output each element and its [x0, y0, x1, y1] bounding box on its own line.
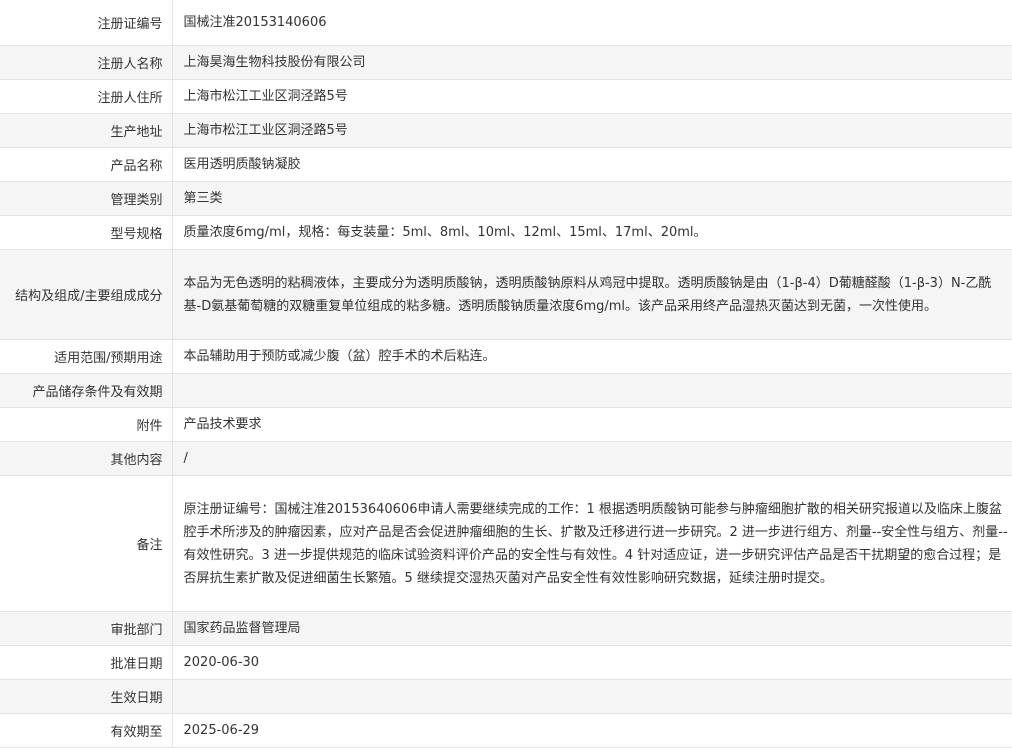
field-label: 结构及组成/主要组成成分	[0, 249, 173, 340]
field-value: 国械注准20153140606	[183, 15, 327, 30]
row-product-name: 产品名称 医用透明质酸钠凝胶	[0, 147, 1012, 182]
field-value: 质量浓度6mg/ml，规格：每支装量：5ml、8ml、10ml、12ml、15m…	[183, 225, 707, 240]
field-value: 2020-06-30	[183, 655, 260, 670]
row-storage-validity: 产品储存条件及有效期	[0, 373, 1012, 408]
row-attachment: 附件 产品技术要求	[0, 407, 1012, 442]
field-label: 生产地址	[0, 113, 173, 148]
field-value: 原注册证编号：国械注准20153640606申请人需要继续完成的工作：1 根据透…	[183, 501, 1008, 586]
row-structure-composition: 结构及组成/主要组成成分 本品为无色透明的粘稠液体，主要成分为透明质酸钠，透明质…	[0, 249, 1012, 340]
field-value: 医用透明质酸钠凝胶	[183, 157, 301, 172]
row-effective-date: 生效日期	[0, 679, 1012, 714]
field-label: 产品名称	[0, 147, 173, 182]
row-approval-date: 批准日期 2020-06-30	[0, 645, 1012, 680]
field-label: 注册证编号	[0, 0, 173, 46]
field-label: 审批部门	[0, 611, 173, 646]
field-value: 上海昊海生物科技股份有限公司	[183, 55, 366, 70]
field-value: 国家药品监督管理局	[183, 621, 301, 636]
row-registrant-address: 注册人住所 上海市松江工业区洞泾路5号	[0, 79, 1012, 114]
field-label: 批准日期	[0, 645, 173, 680]
field-label: 其他内容	[0, 441, 173, 476]
field-value: /	[183, 451, 188, 466]
field-label: 管理类别	[0, 181, 173, 216]
field-value: 上海市松江工业区洞泾路5号	[183, 123, 348, 138]
field-value: 本品为无色透明的粘稠液体，主要成分为透明质酸钠，透明质酸钠原料从鸡冠中提取。透明…	[183, 275, 992, 314]
field-value: 上海市松江工业区洞泾路5号	[183, 89, 348, 104]
field-label: 注册人住所	[0, 79, 173, 114]
row-intended-use: 适用范围/预期用途 本品辅助用于预防或减少腹（盆）腔手术的术后粘连。	[0, 339, 1012, 374]
field-label: 有效期至	[0, 713, 173, 748]
row-production-address: 生产地址 上海市松江工业区洞泾路5号	[0, 113, 1012, 148]
field-value	[172, 374, 1012, 408]
field-label: 生效日期	[0, 679, 173, 714]
row-remarks: 备注 原注册证编号：国械注准20153640606申请人需要继续完成的工作：1 …	[0, 475, 1012, 612]
field-label: 备注	[0, 475, 173, 612]
row-model-spec: 型号规格 质量浓度6mg/ml，规格：每支装量：5ml、8ml、10ml、12m…	[0, 215, 1012, 250]
field-label: 附件	[0, 407, 173, 442]
row-valid-until: 有效期至 2025-06-29	[0, 713, 1012, 748]
field-value	[172, 680, 1012, 714]
row-registrant-name: 注册人名称 上海昊海生物科技股份有限公司	[0, 45, 1012, 80]
field-value: 2025-06-29	[183, 723, 260, 738]
field-label: 注册人名称	[0, 45, 173, 80]
field-label: 型号规格	[0, 215, 173, 250]
field-value: 第三类	[183, 191, 223, 206]
registration-detail-table: 注册证编号 国械注准20153140606 注册人名称 上海昊海生物科技股份有限…	[0, 0, 1012, 748]
row-approval-department: 审批部门 国家药品监督管理局	[0, 611, 1012, 646]
row-management-category: 管理类别 第三类	[0, 181, 1012, 216]
field-label: 产品储存条件及有效期	[0, 373, 173, 408]
field-value: 产品技术要求	[183, 417, 262, 432]
field-label: 适用范围/预期用途	[0, 339, 173, 374]
row-other-content: 其他内容 /	[0, 441, 1012, 476]
field-value: 本品辅助用于预防或减少腹（盆）腔手术的术后粘连。	[183, 349, 496, 364]
row-registration-number: 注册证编号 国械注准20153140606	[0, 0, 1012, 46]
